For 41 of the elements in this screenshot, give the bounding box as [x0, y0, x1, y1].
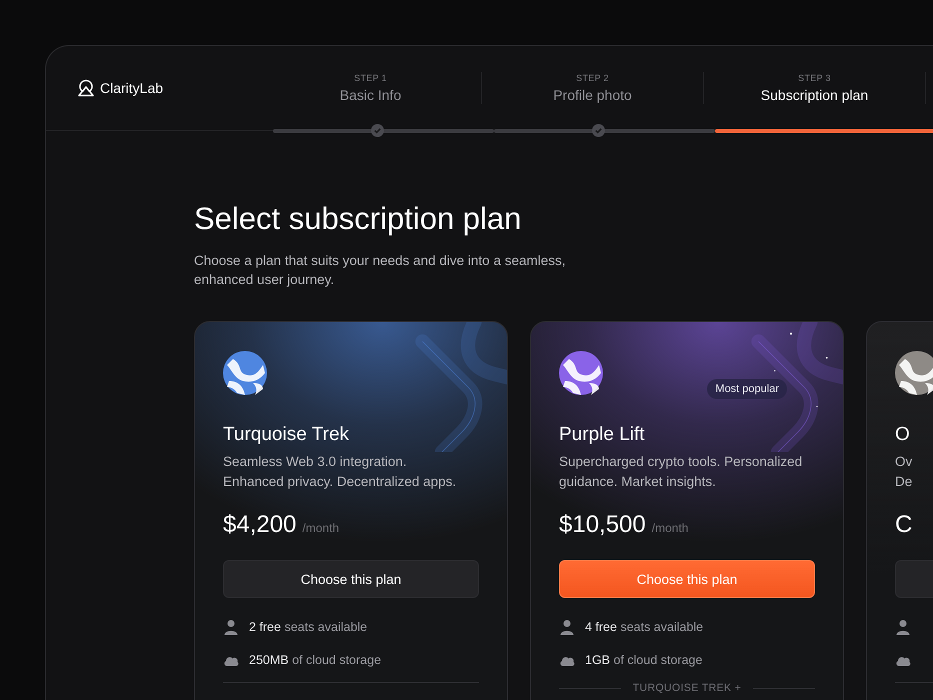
plan-name: Purple Lift — [559, 424, 646, 446]
step-tab[interactable]: STEP 1 Basic Info — [260, 72, 482, 104]
plan-feature: 250MB of cloud storage — [249, 652, 382, 666]
plan-price: $10,500 — [559, 511, 646, 539]
plan-feature: 4 free seats available — [585, 620, 704, 634]
step-tab[interactable]: STEP 3 Subscription plan — [704, 72, 926, 104]
person-icon — [223, 618, 239, 634]
person-icon — [559, 618, 575, 634]
plan-logo-icon — [895, 351, 933, 395]
step-label: STEP 2 — [576, 73, 609, 83]
plan-name: O — [895, 424, 911, 446]
price-period: /month — [652, 521, 688, 535]
step-label: STEP 1 — [354, 73, 387, 83]
plan-description: De — [895, 472, 914, 490]
includes-label: TURQUOISE TREK + — [632, 682, 742, 694]
plan-price: C — [895, 511, 912, 539]
step-label: STEP 3 — [798, 73, 831, 83]
plan-description: Enhanced privacy. Decentralized apps. — [223, 472, 458, 491]
plan-description: Seamless Web 3.0 integration. — [223, 453, 408, 471]
page-title: Select subscription plan — [194, 201, 522, 237]
price-period: /month — [302, 521, 340, 535]
plan-feature: 2 free seats available — [249, 620, 368, 634]
plan-price: $4,200 — [223, 511, 296, 539]
person-icon — [895, 618, 911, 634]
choose-plan-button[interactable]: Choose this plan — [559, 560, 815, 598]
step-name: Subscription plan — [760, 87, 868, 103]
plan-logo-icon — [559, 351, 603, 395]
plan-name: Turquoise Trek — [223, 424, 350, 446]
logo-icon — [78, 79, 94, 97]
plan-feature: 1GB of cloud storage — [585, 652, 702, 666]
page-subtitle: Choose a plan that suits your needs and dive into a seamless, enhanced user journey. — [194, 252, 566, 289]
plan-description: Supercharged crypto tools. Personalized — [559, 453, 804, 471]
popular-badge: Most popular — [707, 379, 787, 399]
step-name: Profile photo — [553, 87, 632, 103]
plan-description: Ov — [895, 453, 914, 471]
plan-logo-icon — [223, 351, 267, 395]
step-tab[interactable]: STEP 2 Profile photo — [482, 72, 704, 104]
choose-plan-button[interactable]: Choose this plan — [223, 560, 479, 598]
brand-name: ClarityLab — [100, 80, 164, 96]
plan-description: guidance. Market insights. — [559, 472, 717, 491]
step-name: Basic Info — [340, 87, 402, 103]
